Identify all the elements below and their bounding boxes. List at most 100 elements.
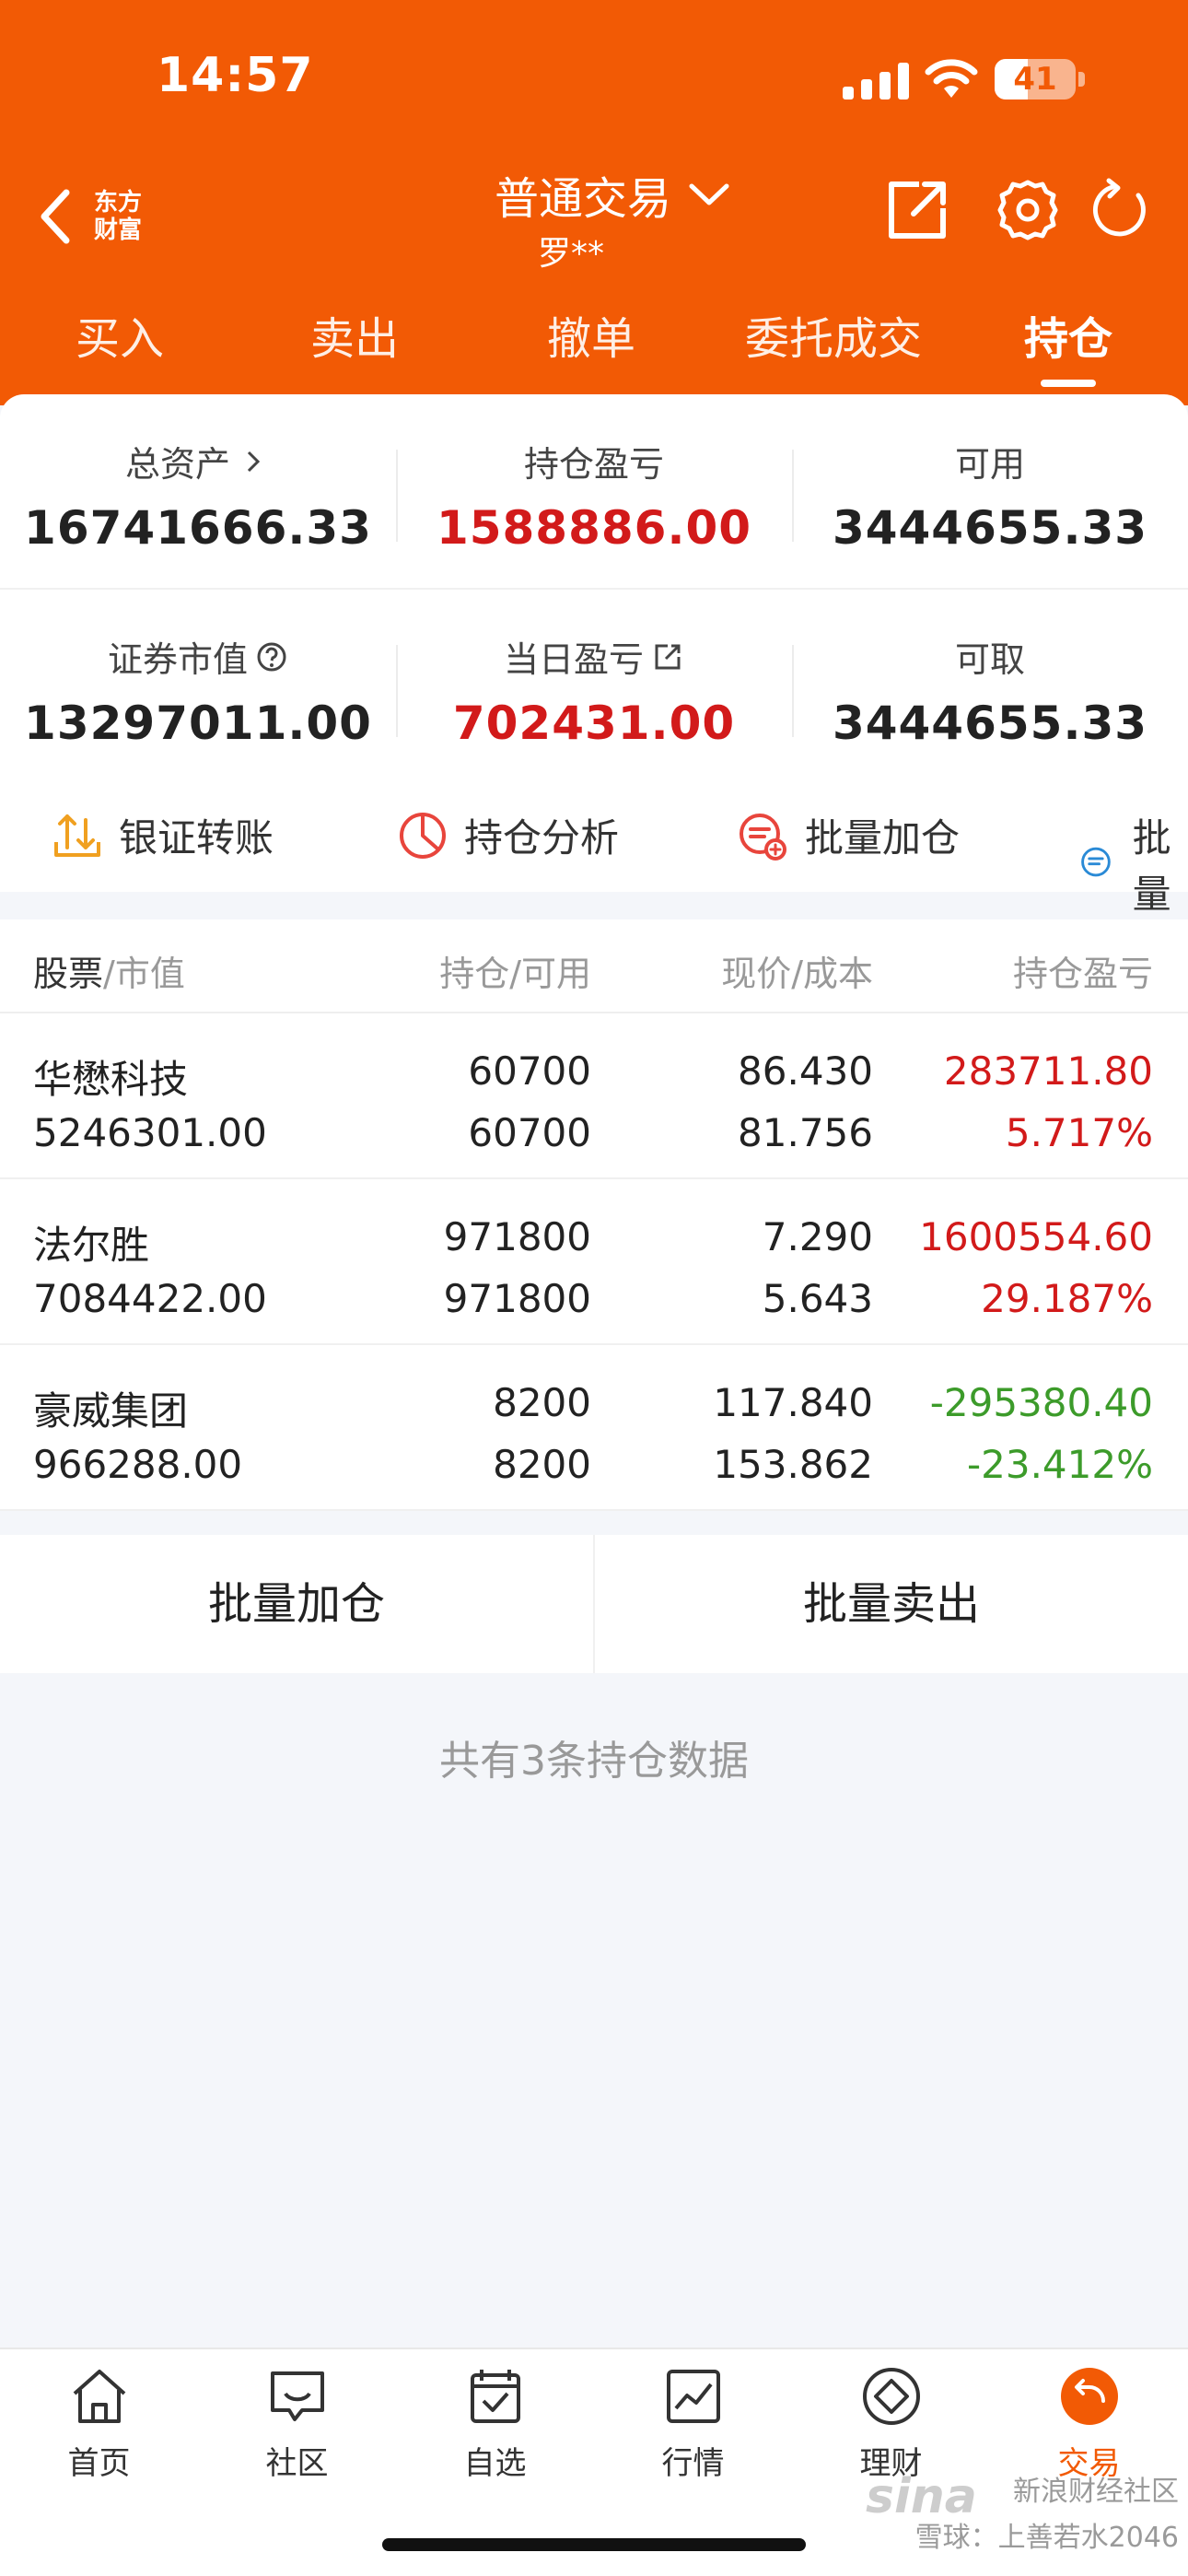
position-analysis-button[interactable]: 持仓分析: [396, 807, 619, 863]
chevron-down-icon: [689, 183, 729, 205]
table-row[interactable]: 华懋科技 5246301.00 60700 60700 86.430 81.75…: [0, 1013, 1188, 1179]
total-assets-label: 总资产: [124, 444, 230, 485]
nav-market[interactable]: 行情: [594, 2364, 792, 2483]
nav-community[interactable]: 社区: [198, 2364, 396, 2483]
nav-community-label: 社区: [265, 2445, 329, 2482]
available-qty: 8200: [493, 1442, 591, 1487]
available-qty: 60700: [468, 1110, 591, 1155]
tab-cancel[interactable]: 撤单: [545, 302, 637, 367]
market-value: 证券市值 13297011.00: [0, 590, 396, 783]
batch-more-label: 批量: [1132, 815, 1171, 917]
battery-level: 41: [1013, 61, 1057, 98]
batch-add-button[interactable]: 批量加仓: [737, 807, 960, 863]
position-qty: 60700: [468, 1048, 591, 1094]
current-price: 117.840: [713, 1380, 873, 1425]
position-count-text: 共有3条持仓数据: [439, 1738, 749, 1785]
quick-actions: 银证转账 持仓分析 批量加仓 批量: [0, 789, 1188, 917]
wifi-icon: [925, 59, 978, 98]
cellular-signal-icon: [843, 63, 909, 100]
market-value-value: 13297011.00: [24, 697, 372, 750]
nav-watchlist[interactable]: 自选: [396, 2364, 594, 2483]
status-bar: 14:57 41: [0, 0, 1188, 157]
total-assets[interactable]: 总资产 16741666.33: [0, 394, 396, 588]
help-icon[interactable]: [255, 640, 288, 673]
pl-percent: 5.717%: [1005, 1110, 1153, 1155]
diamond-icon: [862, 2368, 920, 2425]
nav-home[interactable]: 首页: [0, 2364, 198, 2483]
position-pl: 持仓盈亏 1588886.00: [396, 394, 792, 588]
stock-market-value: 5246301.00: [33, 1110, 267, 1155]
daily-pl[interactable]: 当日盈亏 702431.00: [396, 590, 792, 783]
position-qty: 8200: [493, 1380, 591, 1425]
back-button[interactable]: 东方 财富: [37, 175, 157, 258]
pl-percent: 29.187%: [981, 1276, 1153, 1321]
chevron-left-icon: [41, 189, 70, 244]
asset-summary: 总资产 16741666.33 持仓盈亏 1588886.00 可用 34446…: [0, 394, 1188, 917]
cost-price: 81.756: [738, 1110, 873, 1155]
positions-table: 股票/市值 持仓/可用 现价/成本 持仓盈亏 华懋科技 5246301.00 6…: [0, 919, 1188, 1511]
col-price-header[interactable]: 现价/成本: [645, 945, 873, 996]
chat-icon: [270, 2371, 324, 2421]
share-icon[interactable]: [882, 175, 952, 245]
trade-icon: [1060, 2368, 1118, 2425]
col-pl-header[interactable]: 持仓盈亏: [930, 945, 1153, 996]
col-position-header[interactable]: 持仓/可用: [368, 945, 591, 996]
tab-positions[interactable]: 持仓: [1022, 302, 1114, 367]
cost-price: 5.643: [762, 1276, 873, 1321]
withdrawable-funds: 可取 3444655.33: [792, 590, 1188, 783]
batch-add-position-button[interactable]: 批量加仓: [0, 1535, 593, 1673]
nav-trade[interactable]: 交易: [990, 2364, 1188, 2483]
gear-icon[interactable]: [993, 175, 1063, 245]
position-qty: 971800: [443, 1214, 591, 1259]
watermark-text: 新浪财经社区 雪球：上善若水2046: [914, 2476, 1179, 2554]
chevron-right-icon: [247, 451, 261, 472]
total-assets-value: 16741666.33: [24, 501, 372, 555]
checklist-icon: [470, 2370, 520, 2423]
batch-add-icon: [740, 813, 786, 861]
external-link-icon: [655, 644, 681, 669]
nav-wealth[interactable]: 理财: [792, 2364, 990, 2483]
market-value-label: 证券市值: [107, 639, 248, 680]
chart-icon: [666, 2370, 720, 2423]
stock-name: 法尔胜: [33, 1223, 150, 1268]
account-name: 罗**: [537, 235, 604, 273]
pl-amount: 1600554.60: [919, 1214, 1153, 1259]
active-tab-indicator: [1041, 380, 1096, 387]
available-qty: 971800: [443, 1276, 591, 1321]
brand-logo: 东方 财富: [93, 189, 142, 244]
pl-amount: 283711.80: [943, 1048, 1153, 1094]
battery-icon: 41: [995, 59, 1087, 100]
table-row[interactable]: 豪威集团 966288.00 8200 8200 117.840 153.862…: [0, 1345, 1188, 1511]
pl-amount: -295380.40: [929, 1380, 1153, 1425]
available-label: 可用: [954, 444, 1025, 485]
trade-tabs: 买入 卖出 撤单 委托成交 持仓: [0, 276, 1188, 405]
bank-transfer-label: 银证转账: [119, 815, 274, 861]
withdrawable-value: 3444655.33: [832, 697, 1148, 750]
daily-pl-value: 702431.00: [452, 697, 736, 750]
bank-transfer-button[interactable]: 银证转账: [51, 807, 274, 863]
tab-orders[interactable]: 委托成交: [737, 302, 930, 367]
table-row[interactable]: 法尔胜 7084422.00 971800 971800 7.290 5.643…: [0, 1179, 1188, 1345]
pl-percent: -23.412%: [966, 1442, 1153, 1487]
current-price: 86.430: [738, 1048, 873, 1094]
app-header: 14:57 41 东方 财富 普通交易 罗** 买入 卖出 撤单 委托成交 持仓: [0, 0, 1188, 405]
refresh-icon[interactable]: [1085, 175, 1155, 245]
available-value: 3444655.33: [832, 501, 1148, 555]
tab-sell[interactable]: 卖出: [309, 302, 401, 367]
pie-chart-icon: [400, 812, 446, 859]
home-indicator: [382, 2538, 806, 2551]
page-title: 普通交易: [494, 173, 671, 225]
position-pl-value: 1588886.00: [436, 501, 752, 555]
position-analysis-label: 持仓分析: [464, 815, 620, 861]
batch-add-label: 批量加仓: [805, 815, 961, 861]
account-selector[interactable]: 普通交易 罗**: [460, 157, 764, 275]
available-funds: 可用 3444655.33: [792, 394, 1188, 588]
batch-sell-button[interactable]: 批量卖出: [595, 1535, 1188, 1673]
batch-more-button[interactable]: 批量: [1079, 807, 1188, 919]
tab-buy[interactable]: 买入: [74, 302, 166, 367]
transfer-icon: [54, 814, 100, 857]
status-time: 14:57: [157, 48, 314, 103]
stock-name: 华懋科技: [33, 1057, 189, 1102]
nav-home-label: 首页: [67, 2445, 131, 2482]
col-stock-header[interactable]: 股票/市值: [33, 945, 185, 996]
